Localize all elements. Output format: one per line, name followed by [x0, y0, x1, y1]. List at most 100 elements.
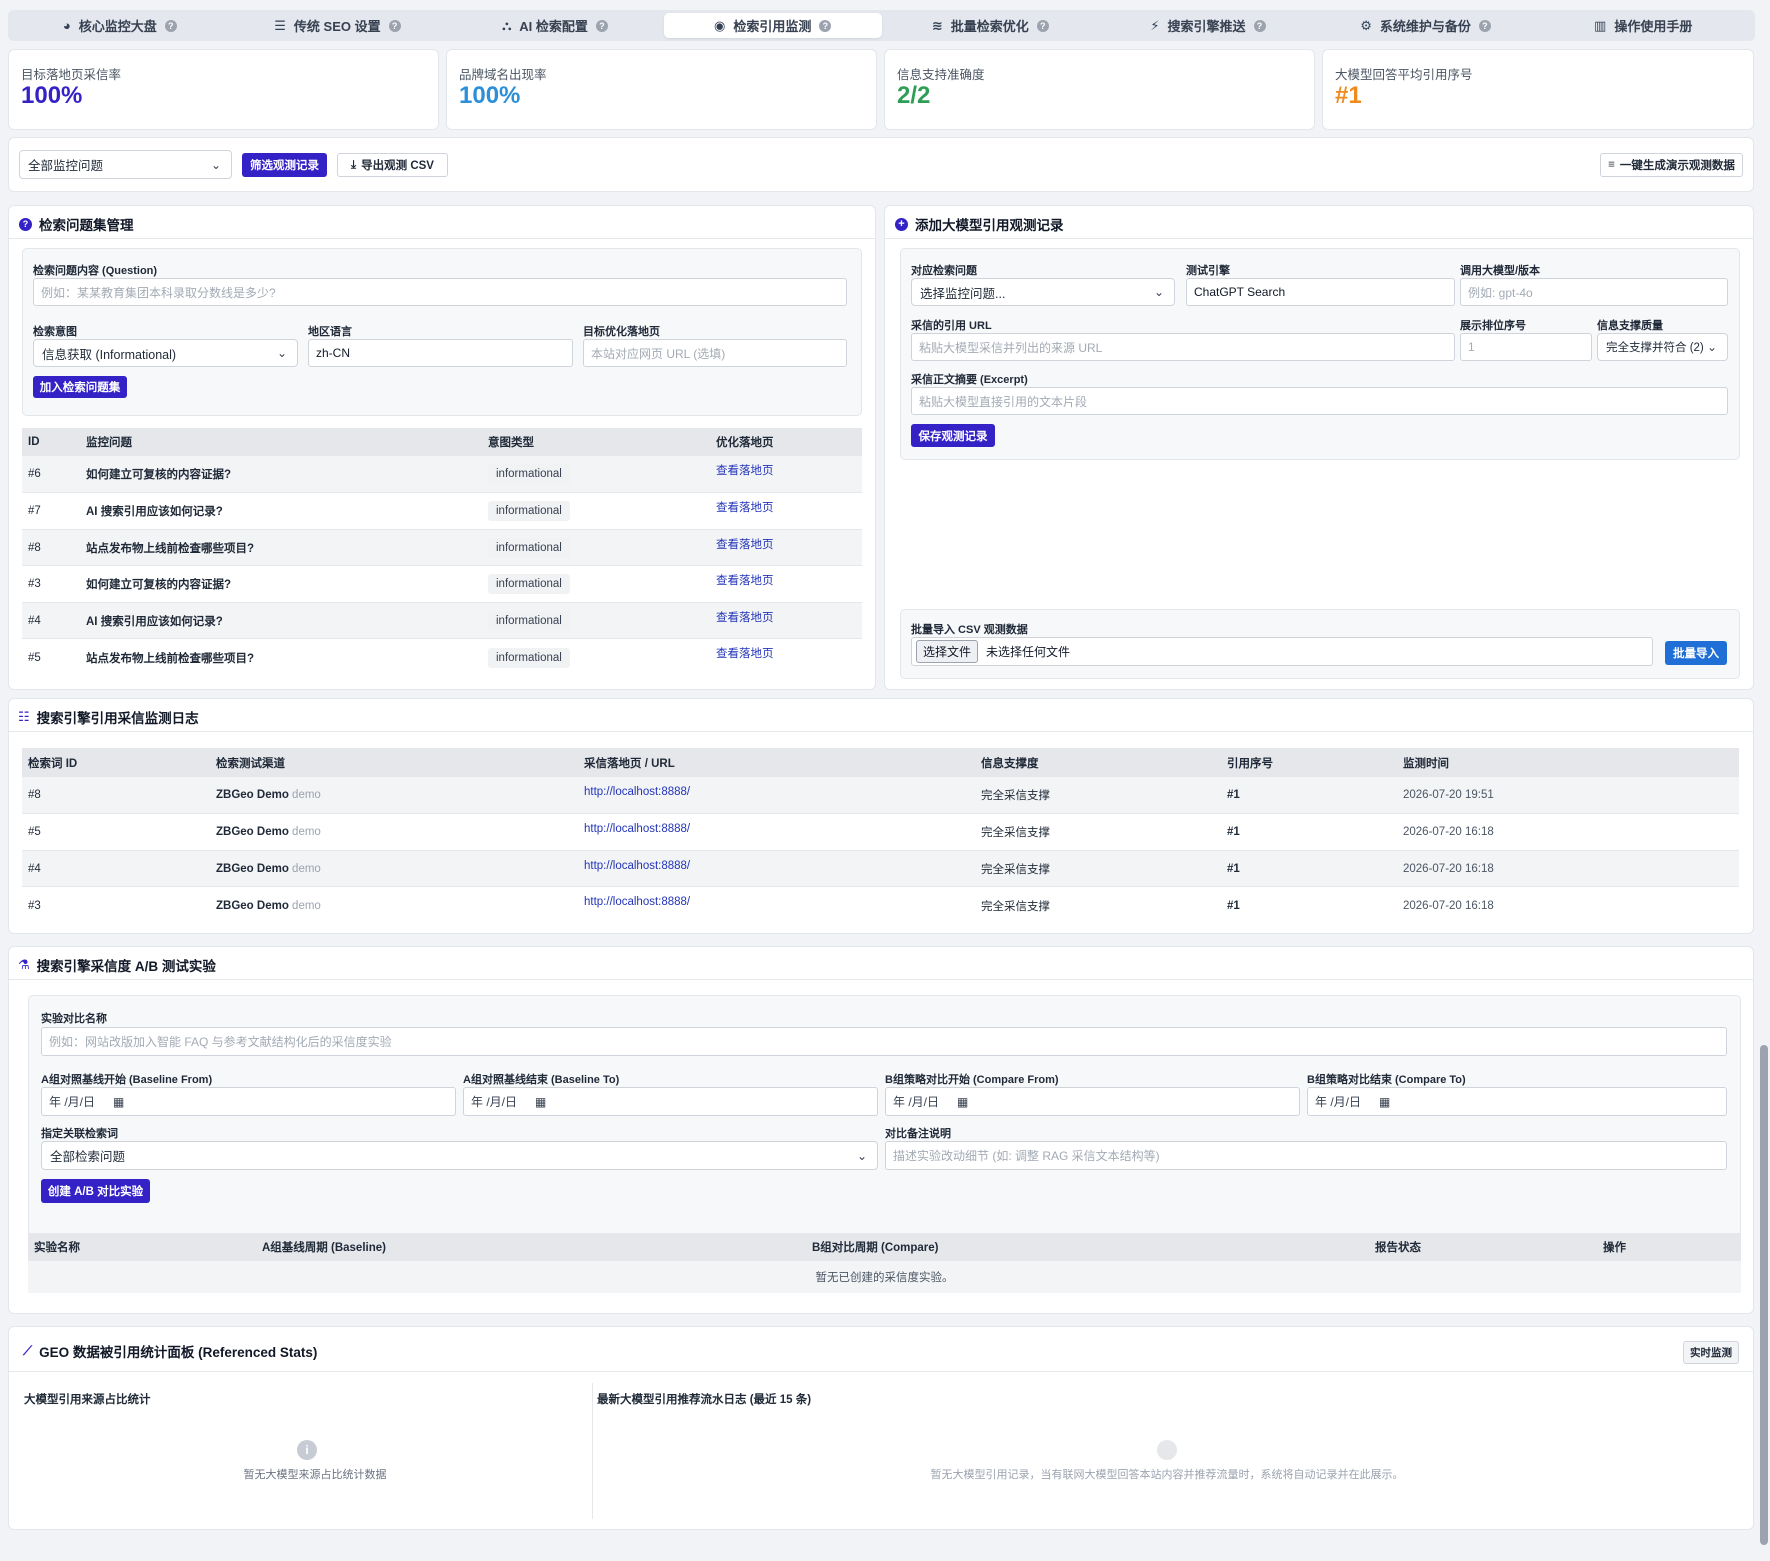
question-filter-select[interactable]: 全部监控问题 ⌄	[19, 150, 232, 179]
stat-value: #1	[1335, 82, 1362, 109]
view-landing-link[interactable]: 查看落地页	[716, 536, 774, 552]
question-form: 检索问题内容 (Question) 例如：某某教育集团本科录取分数线是多少? 检…	[22, 248, 862, 416]
file-input[interactable]: 选择文件 未选择任何文件	[911, 637, 1653, 666]
ab-empty-row: 暂无已创建的采信度实验。	[28, 1261, 1741, 1293]
live-monitor-badge: 实时监测	[1683, 1341, 1739, 1364]
stat-value: 100%	[21, 82, 83, 109]
baseline-from-date[interactable]: 年 /月/日 ▦	[41, 1087, 456, 1116]
excerpt-input[interactable]: 粘贴大模型直接引用的文本片段	[911, 387, 1728, 415]
compare-from-date[interactable]: 年 /月/日 ▦	[885, 1087, 1300, 1116]
add-question-button[interactable]: 加入检索问题集	[33, 376, 127, 398]
help-icon[interactable]: ?	[819, 19, 832, 32]
locale-input[interactable]: zh-CN	[308, 339, 573, 367]
model-input[interactable]: 例如: gpt-4o	[1460, 278, 1728, 306]
ab-table-header: 实验名称 A组基线周期 (Baseline) B组对比周期 (Compare) …	[28, 1233, 1741, 1261]
quality-select[interactable]: 完全支撑并符合 (2) ⌄	[1597, 333, 1728, 361]
question-input[interactable]: 例如：某某教育集团本科录取分数线是多少?	[33, 278, 847, 306]
observation-form: 对应检索问题 选择监控问题... ⌄ 测试引擎 ChatGPT Search 调用…	[900, 248, 1740, 460]
download-icon: ⤓	[351, 158, 357, 171]
main-tabs: ◕ 核心监控大盘? ☰ 传统 SEO 设置? ⛬ AI 检索配置? ◉ 检索引用监测? …	[8, 10, 1755, 41]
experiment-note-input[interactable]: 描述实验改动细节 (如: 调整 RAG 采信文本结构等)	[885, 1141, 1727, 1170]
gears-icon: ⚙	[1360, 17, 1372, 33]
table-row: #4 ZBGeo Demo demo http://localhost:8888…	[22, 851, 1739, 887]
section-title: + 添加大模型引用观测记录	[895, 214, 1064, 234]
chevron-down-icon: ⌄	[1153, 285, 1164, 299]
question-set-panel: ? 检索问题集管理 检索问题内容 (Question) 例如：某某教育集团本科录…	[8, 205, 876, 690]
gauge-icon: ◕	[62, 18, 71, 33]
table-row: #8 ZBGeo Demo demo http://localhost:8888…	[22, 777, 1739, 814]
book-icon: ▥	[1594, 17, 1607, 33]
calendar-icon[interactable]: ▦	[113, 1095, 124, 1109]
tab-push[interactable]: ⚡ 搜索引擎推送?	[1099, 13, 1317, 38]
flask-icon: ⚗	[18, 957, 30, 972]
calendar-icon[interactable]: ▦	[1379, 1095, 1390, 1109]
help-icon[interactable]: ?	[1478, 19, 1491, 32]
referenced-stats-panel: ⟋ GEO 数据被引用统计面板 (Referenced Stats) 实时监测 …	[8, 1326, 1754, 1530]
batch-import-button[interactable]: 批量导入	[1665, 641, 1727, 665]
stat-card-avg-rank: 大模型回答平均引用序号 #1	[1322, 49, 1754, 130]
keyword-select[interactable]: 全部检索问题 ⌄	[41, 1141, 878, 1170]
stat-value: 2/2	[897, 82, 931, 109]
ab-test-form: 实验对比名称 例如：网站改版加入智能 FAQ 与参考文献结构化后的采信度实验 A…	[28, 995, 1741, 1260]
sliders-icon: ☰	[274, 17, 286, 33]
citation-log-panel: ☷ 搜索引擎引用采信监测日志 检索词 ID 检索测试渠道 采信落地页 / URL…	[8, 698, 1754, 934]
observation-panel: + 添加大模型引用观测记录 对应检索问题 选择监控问题... ⌄ 测试引擎 Cha…	[884, 205, 1754, 690]
choose-file-button[interactable]: 选择文件	[916, 640, 979, 663]
create-ab-test-button[interactable]: 创建 A/B 对比实验	[41, 1179, 150, 1203]
tab-manual[interactable]: ▥ 操作使用手册	[1534, 13, 1752, 38]
tab-maintenance[interactable]: ⚙ 系统维护与备份?	[1317, 13, 1535, 38]
landing-url-link[interactable]: http://localhost:8888/	[584, 786, 690, 798]
help-icon[interactable]: ?	[164, 19, 177, 32]
help-icon[interactable]: ?	[388, 19, 401, 32]
eye-icon: ◉	[714, 17, 726, 33]
left-empty-text: 暂无大模型来源占比统计数据	[243, 1469, 387, 1481]
landing-url-link[interactable]: http://localhost:8888/	[584, 896, 690, 908]
view-landing-link[interactable]: 查看落地页	[716, 499, 774, 515]
calendar-icon[interactable]: ▦	[957, 1095, 968, 1109]
stat-value: 100%	[459, 82, 521, 109]
landing-url-input[interactable]: 本站对应网页 URL (选填)	[583, 339, 847, 367]
table-row: #4 AI 搜索引用应该如何记录? informational 查看落地页	[22, 603, 862, 639]
ab-test-panel: ⚗ 搜索引擎采信度 A/B 测试实验 实验对比名称 例如：网站改版加入智能 FA…	[8, 946, 1754, 1314]
right-empty-text: 暂无大模型引用记录，当有联网大模型回答本站内容并推荐流量时，系统将自动记录并在此…	[930, 1469, 1404, 1481]
tab-seo[interactable]: ☰ 传统 SEO 设置?	[229, 13, 447, 38]
generate-demo-button[interactable]: ≡ 一键生成演示观测数据	[1600, 153, 1743, 177]
compare-to-date[interactable]: 年 /月/日 ▦	[1307, 1087, 1727, 1116]
observation-question-select[interactable]: 选择监控问题... ⌄	[911, 278, 1175, 306]
table-row: #6 如何建立可复核的内容证据? informational 查看落地页	[22, 456, 862, 493]
experiment-name-input[interactable]: 例如：网站改版加入智能 FAQ 与参考文献结构化后的采信度实验	[41, 1027, 1727, 1056]
network-icon: ⛬	[502, 17, 512, 33]
tab-citation-monitor[interactable]: ◉ 检索引用监测?	[663, 13, 882, 38]
bolt-icon: ⚡	[1150, 17, 1160, 33]
export-csv-button[interactable]: ⤓ 导出观测 CSV	[337, 153, 448, 177]
info-icon: i	[297, 1440, 317, 1460]
baseline-to-date[interactable]: 年 /月/日 ▦	[463, 1087, 878, 1116]
chevron-down-icon: ⌄	[856, 1148, 867, 1163]
help-icon[interactable]: ?	[1036, 19, 1049, 32]
view-landing-link[interactable]: 查看落地页	[716, 609, 774, 625]
view-landing-link[interactable]: 查看落地页	[716, 462, 774, 478]
help-icon[interactable]: ?	[595, 19, 608, 32]
landing-url-link[interactable]: http://localhost:8888/	[584, 823, 690, 835]
landing-url-link[interactable]: http://localhost:8888/	[584, 860, 690, 872]
tab-batch-optimize[interactable]: ≋ 批量检索优化?	[882, 13, 1100, 38]
help-icon[interactable]: ?	[1253, 19, 1266, 32]
toolbar: 全部监控问题 ⌄ 筛选观测记录 ⤓ 导出观测 CSV ≡ 一键生成演示观测数据	[8, 137, 1754, 192]
view-landing-link[interactable]: 查看落地页	[716, 572, 774, 588]
filter-button[interactable]: 筛选观测记录	[242, 153, 327, 177]
intent-select[interactable]: 信息获取 (Informational) ⌄	[33, 339, 298, 367]
calendar-icon[interactable]: ▦	[535, 1095, 546, 1109]
section-title: ☷ 搜索引擎引用采信监测日志	[18, 709, 199, 726]
cited-url-input[interactable]: 粘贴大模型采信并列出的来源 URL	[911, 333, 1455, 361]
section-title: ⚗ 搜索引擎采信度 A/B 测试实验	[18, 957, 216, 974]
tab-dashboard[interactable]: ◕ 核心监控大盘?	[11, 13, 229, 38]
table-row: #5 ZBGeo Demo demo http://localhost:8888…	[22, 814, 1739, 851]
page-scrollbar[interactable]	[1760, 1045, 1768, 1545]
chevron-down-icon: ⌄	[210, 157, 221, 172]
view-landing-link[interactable]: 查看落地页	[716, 645, 774, 661]
tab-ai-config[interactable]: ⛬ AI 检索配置?	[446, 13, 664, 38]
save-observation-button[interactable]: 保存观测记录	[911, 424, 995, 447]
table-row: #3 如何建立可复核的内容证据? informational 查看落地页	[22, 566, 862, 603]
rank-input[interactable]: 1	[1460, 333, 1592, 361]
engine-input[interactable]: ChatGPT Search	[1186, 278, 1455, 306]
